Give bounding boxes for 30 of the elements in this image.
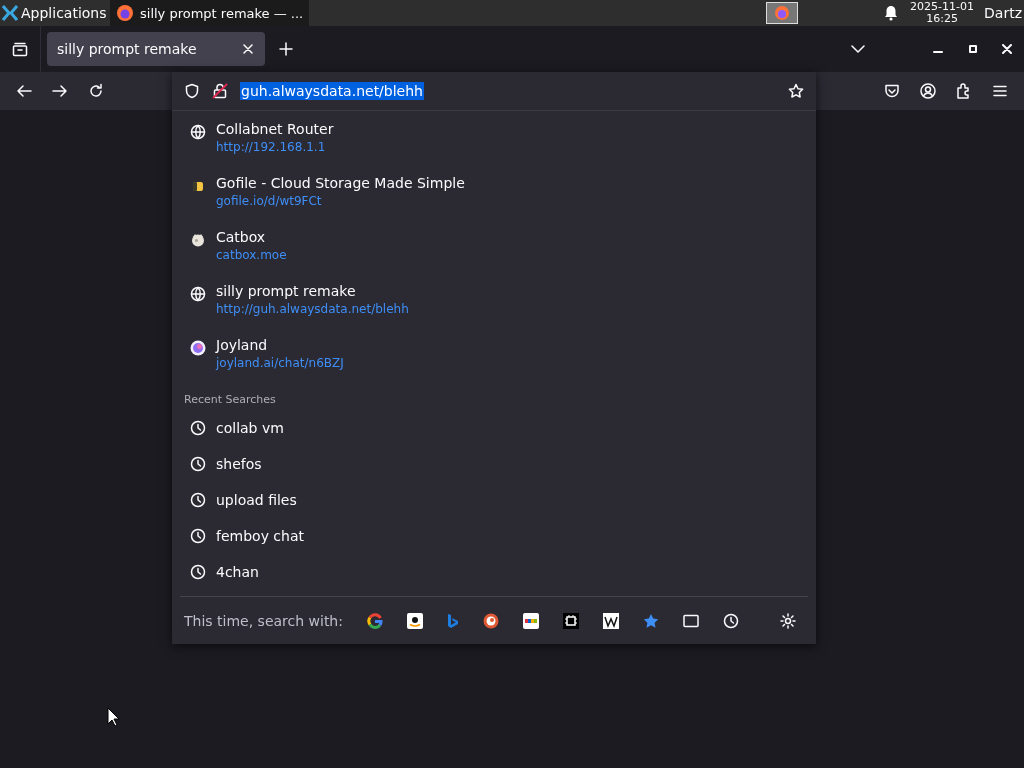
suggestion-url: gofile.io/d/wt9FCt — [216, 194, 323, 208]
suggestion-url: http://guh.alwaysdata.net/blehh — [216, 302, 409, 316]
clock-time: 16:25 — [926, 13, 958, 25]
url-suggestion[interactable]: silly prompt remake http://guh.alwaysdata.net/blehh — [180, 283, 808, 337]
url-suggestion[interactable]: Gofile - Cloud Storage Made Simple gofile.io/d/wt9FCt — [180, 175, 808, 229]
applications-menu[interactable]: Applications — [21, 5, 107, 21]
recent-search-item[interactable]: collab vm — [180, 410, 808, 446]
taskbar-window-button[interactable]: silly prompt remake — ... — [110, 0, 310, 26]
suggestion-title: Catbox — [216, 229, 267, 245]
browser-tab[interactable]: silly prompt remake — [47, 32, 265, 66]
recent-search-item[interactable]: femboy chat — [180, 518, 808, 554]
suggestion-title: silly prompt remake — [216, 283, 357, 299]
suggestion-url: catbox.moe — [216, 248, 287, 262]
suggestion-url: http://192.168.1.1 — [216, 140, 327, 154]
recent-search-item[interactable]: shefos — [180, 446, 808, 482]
recent-search-item[interactable]: upload files — [180, 482, 808, 518]
suggestion-title: Gofile - Cloud Storage Made Simple — [216, 175, 465, 191]
user-name[interactable]: Dartz — [984, 5, 1022, 21]
url-suggestion[interactable]: Catbox catbox.moe — [180, 229, 808, 283]
clock[interactable]: 2025-11-01 16:25 — [910, 1, 975, 25]
recent-search-item[interactable]: 4chan — [180, 554, 808, 590]
suggestion-title: Joyland — [216, 337, 269, 353]
address-field[interactable]: guh.alwaysdata.net/blehh — [240, 82, 424, 100]
suggestion-title: Collabnet Router — [216, 121, 334, 137]
suggestion-url: joyland.ai/chat/n6BZJ — [216, 356, 344, 370]
section-heading: Recent Searches — [183, 392, 277, 408]
search-with-label: This time, search with: — [184, 612, 343, 629]
clock-date: 2025-11-01 — [910, 1, 975, 13]
url-suggestion[interactable]: Joyland joyland.ai/chat/n6BZJ — [180, 337, 808, 391]
url-suggestion[interactable]: Collabnet Router http://192.168.1.1 — [180, 121, 808, 175]
